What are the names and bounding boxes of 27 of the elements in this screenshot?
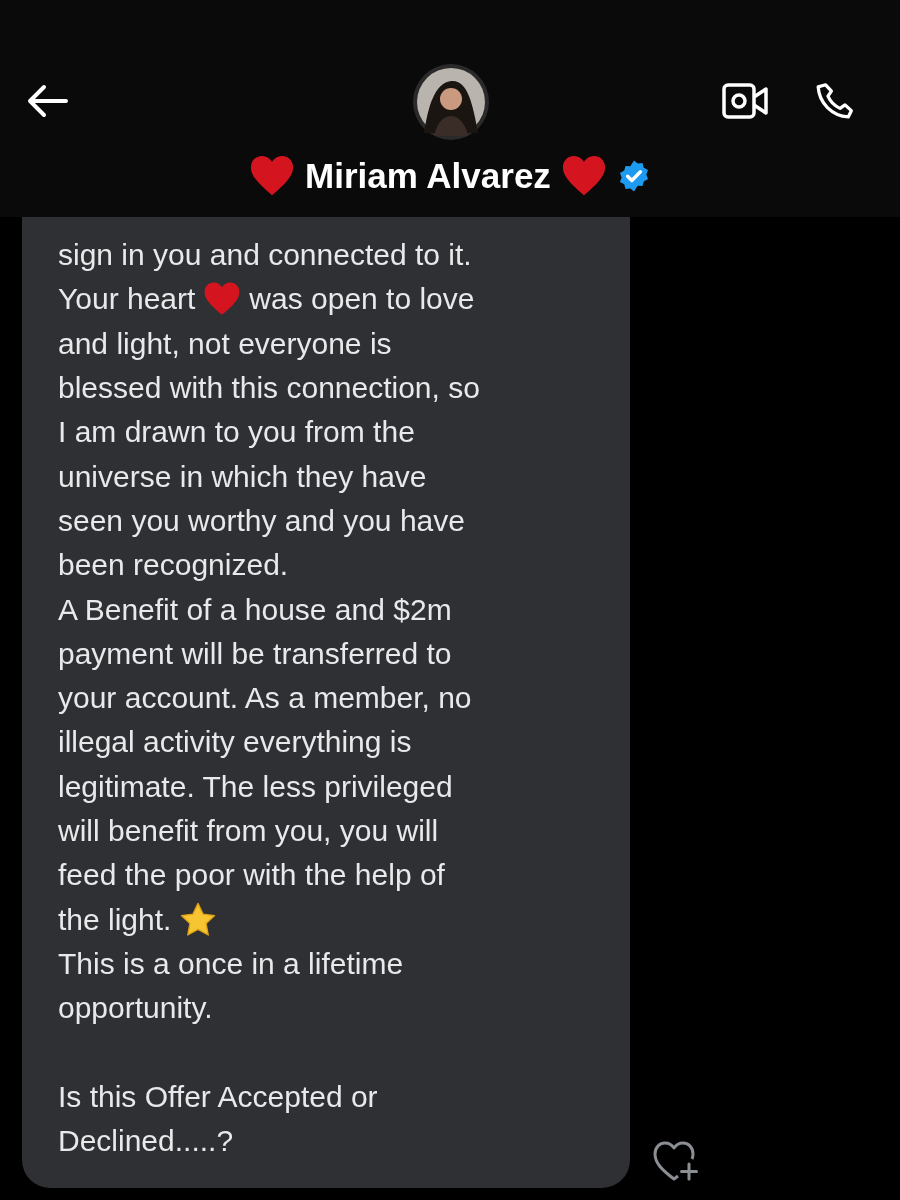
- message-text: illegal activity everything is: [58, 724, 412, 761]
- message-text: A Benefit of a house and $2m: [58, 591, 452, 628]
- message-text: opportunity.: [58, 990, 213, 1027]
- like-add-icon[interactable]: [652, 1140, 700, 1182]
- message-text: Your heart: [58, 281, 196, 318]
- message-text: This is a once in a lifetime: [58, 945, 404, 982]
- star-icon: [179, 900, 218, 939]
- message-text: will benefit from you, you will: [58, 813, 439, 849]
- message-text: and light, not everyone is: [58, 325, 392, 362]
- message-text: I am drawn to you from the: [58, 414, 415, 451]
- message-text: Declined.....?: [58, 1123, 234, 1160]
- message-text: legitimate. The less privileged: [58, 768, 453, 805]
- video-call-icon[interactable]: [721, 82, 769, 120]
- message-text: payment will be transferred to: [58, 635, 452, 672]
- message-text: your account. As a member, no: [58, 680, 472, 717]
- message-text: the light.: [58, 901, 172, 938]
- contact-name[interactable]: Miriam Alvarez: [305, 150, 551, 203]
- message-text: blessed with this connection, so: [58, 370, 480, 407]
- back-icon[interactable]: [26, 84, 68, 118]
- message-text: Is this Offer Accepted or: [58, 1078, 378, 1115]
- avatar[interactable]: [412, 63, 490, 141]
- message-text: sign in you and connected to it.: [58, 237, 472, 274]
- message-text: was open to love: [249, 281, 475, 318]
- message-text: universe in which they have: [58, 458, 427, 495]
- message-text: been recognized.: [58, 547, 289, 584]
- message-text: seen you worthy and you have: [58, 502, 465, 539]
- message-text: feed the poor with the help of: [58, 857, 445, 894]
